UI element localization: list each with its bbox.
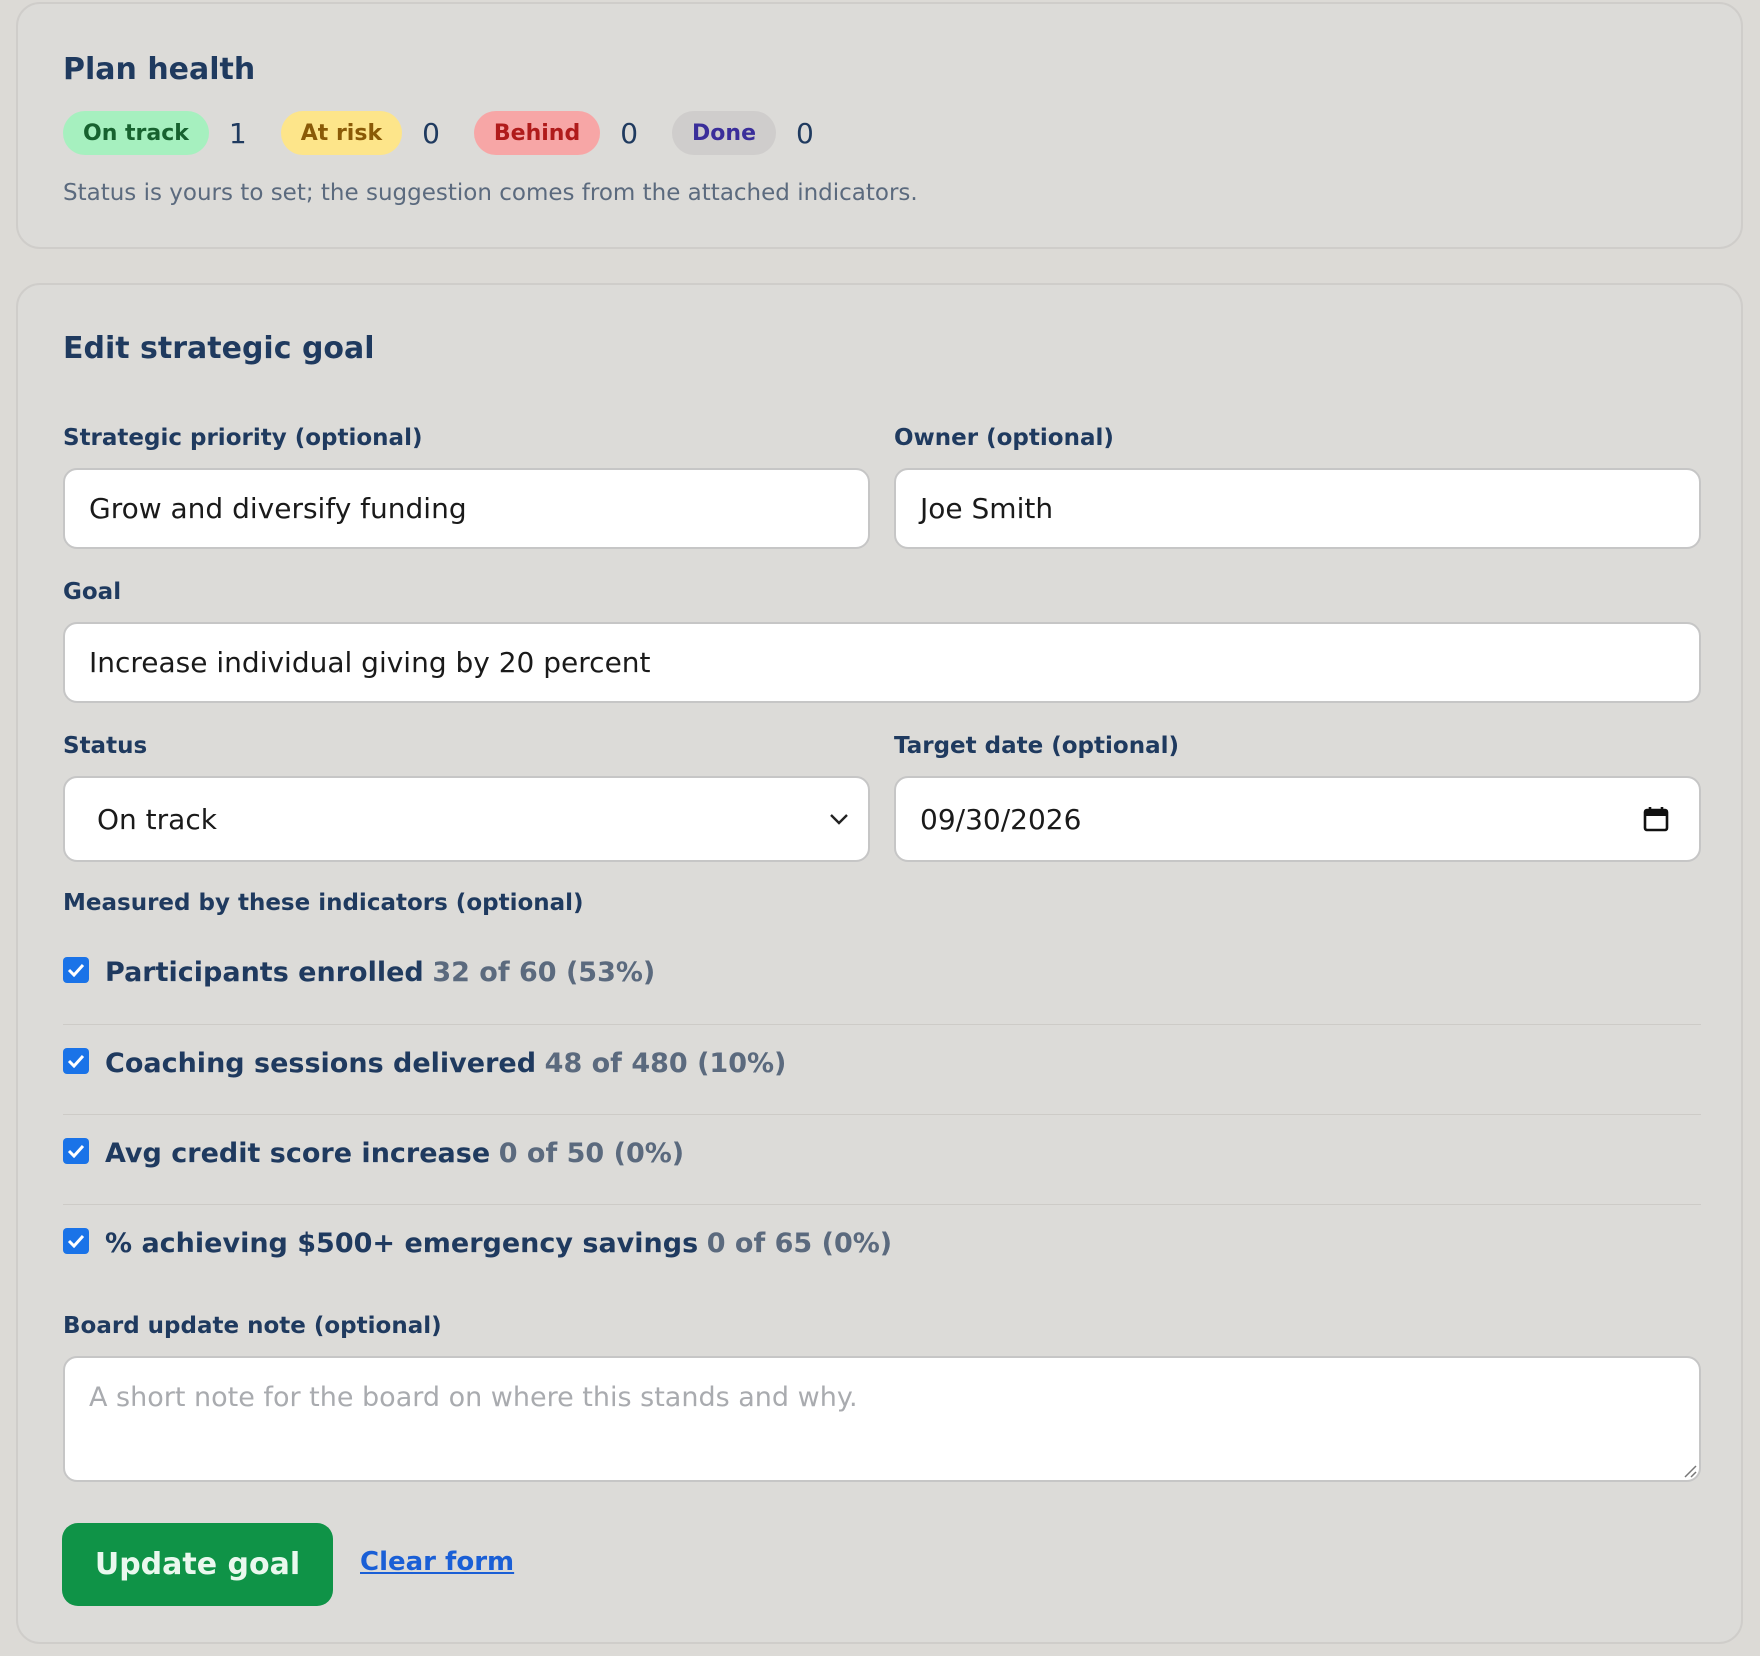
note-label: Board update note (optional)	[63, 1313, 442, 1339]
owner-input[interactable]: Joe Smith	[894, 468, 1701, 549]
indicator-label: Coaching sessions delivered 48 of 480 (1…	[105, 1048, 786, 1079]
indicator-row[interactable]: Avg credit score increase 0 of 50 (0%)	[63, 1115, 1701, 1205]
plan-health-title: Plan health	[63, 52, 256, 87]
checkmark-icon	[67, 1054, 85, 1068]
indicator-progress: 0 of 50 (0%)	[498, 1138, 685, 1169]
edit-goal-title: Edit strategic goal	[63, 331, 375, 366]
indicator-name: Avg credit score increase	[105, 1138, 491, 1169]
status-select-value: On track	[97, 802, 217, 836]
status-select[interactable]: On track	[63, 776, 870, 862]
status-count-at-risk: 0	[422, 116, 440, 150]
target-date-value: 09/30/2026	[920, 802, 1082, 836]
checkmark-icon	[67, 1234, 85, 1248]
resize-grip-icon[interactable]	[1681, 1462, 1697, 1478]
status-count-behind: 0	[620, 116, 639, 150]
status-count-on-track: 1	[228, 116, 247, 150]
indicator-checkbox[interactable]	[63, 1228, 89, 1254]
indicator-name: Coaching sessions delivered	[105, 1048, 537, 1079]
indicator-name: Participants enrolled	[105, 957, 424, 988]
status-summary: On track 1 At risk 0 Behind 0 Done 0	[63, 110, 848, 156]
checkmark-icon	[67, 1144, 85, 1158]
indicator-row[interactable]: Coaching sessions delivered 48 of 480 (1…	[63, 1025, 1701, 1115]
indicator-label: Participants enrolled 32 of 60 (53%)	[105, 957, 655, 988]
indicator-progress: 32 of 60 (53%)	[432, 957, 656, 988]
status-count-done: 0	[796, 116, 814, 150]
goal-label: Goal	[63, 579, 122, 605]
clear-form-link[interactable]: Clear form	[360, 1547, 514, 1577]
chevron-down-icon	[830, 814, 848, 825]
priority-label: Strategic priority (optional)	[63, 425, 423, 451]
status-pill-on-track: On track	[63, 111, 209, 155]
goal-value: Increase individual giving by 20 percent	[89, 646, 651, 679]
calendar-icon[interactable]	[1643, 806, 1669, 832]
goal-input[interactable]: Increase individual giving by 20 percent	[63, 622, 1701, 703]
plan-health-card: Plan health On track 1 At risk 0 Behind …	[16, 2, 1743, 249]
checkmark-icon	[67, 963, 85, 977]
indicator-label: % achieving $500+ emergency savings 0 of…	[105, 1228, 892, 1259]
priority-value: Grow and diversify funding	[89, 492, 467, 525]
owner-value: Joe Smith	[920, 492, 1054, 525]
indicators-label: Measured by these indicators (optional)	[63, 890, 584, 916]
status-pill-done: Done	[672, 111, 777, 155]
status-label: Status	[63, 733, 148, 759]
indicator-name: % achieving $500+ emergency savings	[105, 1228, 699, 1259]
target-date-label: Target date (optional)	[894, 733, 1179, 759]
indicator-checkbox[interactable]	[63, 1138, 89, 1164]
plan-health-hint: Status is yours to set; the suggestion c…	[63, 180, 918, 206]
edit-goal-card: Edit strategic goal Strategic priority (…	[16, 283, 1743, 1644]
status-pill-at-risk: At risk	[280, 111, 403, 155]
priority-input[interactable]: Grow and diversify funding	[63, 468, 870, 549]
indicator-checkbox[interactable]	[63, 957, 89, 983]
board-note-textarea[interactable]: A short note for the board on where this…	[63, 1356, 1701, 1482]
indicator-row[interactable]: Participants enrolled 32 of 60 (53%)	[63, 935, 1701, 1025]
update-goal-button[interactable]: Update goal	[62, 1523, 333, 1606]
indicator-row[interactable]: % achieving $500+ emergency savings 0 of…	[63, 1205, 1701, 1285]
status-pill-behind: Behind	[473, 111, 601, 155]
indicator-checkbox[interactable]	[63, 1048, 89, 1074]
owner-label: Owner (optional)	[894, 425, 1114, 451]
target-date-input[interactable]: 09/30/2026	[894, 776, 1701, 862]
board-note-placeholder: A short note for the board on where this…	[89, 1382, 858, 1413]
indicator-progress: 0 of 65 (0%)	[706, 1228, 893, 1259]
indicator-progress: 48 of 480 (10%)	[544, 1048, 787, 1079]
indicator-label: Avg credit score increase 0 of 50 (0%)	[105, 1138, 684, 1169]
